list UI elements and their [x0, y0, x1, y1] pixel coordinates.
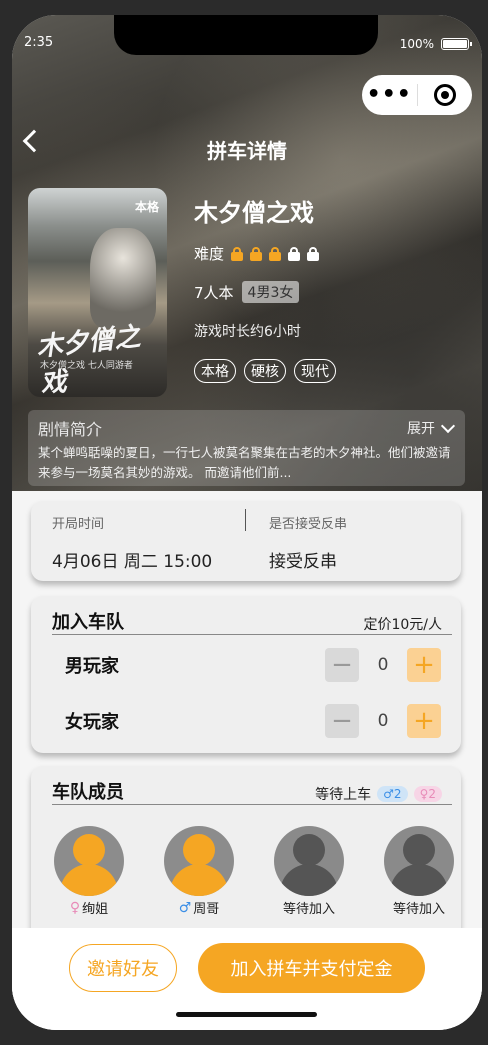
synopsis-panel: 剧情简介 展开 某个蝉鸣聒噪的夏日，一行七人被莫名聚集在古老的木夕神社。他们被邀… — [28, 410, 465, 486]
member-item[interactable]: ♂ 周哥 — [159, 826, 239, 917]
avatar — [274, 826, 344, 896]
reverse-value: 接受反串 — [269, 552, 337, 572]
page-title: 拼车详情 — [207, 139, 287, 163]
female-player-row: 女玩家 − 0 + — [65, 704, 441, 738]
battery-icon — [441, 38, 472, 50]
join-and-pay-button[interactable]: 加入拼车并支付定金 — [198, 943, 425, 993]
waiting-label: 等待上车 — [315, 787, 372, 803]
player-count: 7人本 — [194, 283, 234, 302]
game-poster: 本格 木夕僧之戏 木夕僧之戏 七人同游者 — [28, 188, 167, 397]
plus-button[interactable]: + — [407, 704, 441, 738]
female-player-label: 女玩家 — [65, 712, 119, 733]
member-item[interactable]: 等待加入 — [269, 826, 349, 917]
join-team-card: 加入车队 定价10元/人 男玩家 − 0 + 女玩家 − 0 + — [31, 596, 461, 753]
member-name: 绚姐 — [82, 902, 109, 917]
notch — [114, 15, 378, 55]
poster-title: 木夕僧之戏 — [35, 322, 142, 397]
waiting-info: 等待上车 ♂2 ♀2 — [315, 784, 442, 804]
mini-program-capsule: ••• — [362, 75, 472, 115]
join-team-title: 加入车队 — [52, 612, 124, 633]
waiting-male-badge: ♂2 — [377, 786, 408, 802]
lock-icon — [250, 246, 263, 261]
tag: 硬核 — [244, 359, 286, 383]
player-info: 7人本 4男3女 — [194, 281, 300, 303]
lock-icon — [231, 246, 244, 261]
more-icon[interactable]: ••• — [362, 75, 417, 115]
game-title: 木夕僧之戏 — [194, 199, 314, 227]
minus-button[interactable]: − — [325, 648, 359, 682]
waiting-female-badge: ♀2 — [413, 786, 442, 802]
difficulty: 难度 — [194, 243, 320, 264]
phone-screen: 2:35 100% ••• 拼车详情 本格 木夕僧之戏 木夕僧之戏 七人同游者 … — [12, 15, 482, 1030]
male-player-label: 男玩家 — [65, 656, 119, 677]
lock-icon — [288, 246, 301, 261]
avatar — [384, 826, 454, 896]
member-item[interactable]: 等待加入 — [379, 826, 459, 917]
male-player-row: 男玩家 − 0 + — [65, 648, 441, 682]
start-time-label: 开局时间 — [52, 517, 105, 532]
quantity-value: 0 — [377, 655, 389, 675]
member-list: ♀ 绚姐 ♂ 周哥 等待加入 等待加入 — [49, 826, 459, 917]
game-tags: 本格 硬核 现代 — [194, 359, 336, 383]
start-time-value: 4月06日 周二 15:00 — [52, 552, 213, 572]
gender-split: 4男3女 — [241, 281, 300, 303]
female-icon: ♀ — [69, 899, 81, 916]
schedule-card: 开局时间 是否接受反串 4月06日 周二 15:00 接受反串 — [31, 501, 461, 581]
member-item[interactable]: ♀ 绚姐 — [49, 826, 129, 917]
lock-icon — [307, 246, 320, 261]
member-name: 等待加入 — [392, 902, 445, 917]
battery-percent: 100% — [399, 37, 434, 51]
plus-button[interactable]: + — [407, 648, 441, 682]
avatar — [164, 826, 234, 896]
tag: 现代 — [294, 359, 336, 383]
team-members-card: 车队成员 等待上车 ♂2 ♀2 ♀ 绚姐 ♂ 周哥 等待加入 等待加入 — [31, 766, 461, 941]
home-indicator — [176, 1012, 317, 1017]
poster-tag: 本格 — [134, 200, 159, 214]
quantity-value: 0 — [377, 711, 389, 731]
minus-button[interactable]: − — [325, 704, 359, 738]
chevron-down-icon — [440, 418, 456, 433]
avatar — [54, 826, 124, 896]
close-target-icon[interactable] — [418, 84, 473, 106]
member-name: 周哥 — [193, 902, 220, 917]
team-members-title: 车队成员 — [52, 782, 124, 803]
member-name: 等待加入 — [282, 902, 335, 917]
game-duration: 游戏时长约6小时 — [194, 324, 301, 340]
status-time: 2:35 — [24, 35, 54, 50]
bottom-action-bar: 邀请好友 加入拼车并支付定金 — [12, 928, 482, 1030]
reverse-label: 是否接受反串 — [269, 517, 348, 532]
tag: 本格 — [194, 359, 236, 383]
synopsis-text: 某个蝉鸣聒噪的夏日，一行七人被莫名聚集在古老的木夕神社。他们被邀请来参与一场莫名… — [38, 445, 451, 480]
synopsis-title: 剧情简介 — [38, 420, 103, 439]
poster-subtitle: 木夕僧之戏 七人同游者 — [40, 361, 133, 371]
price-label: 定价10元/人 — [363, 617, 442, 633]
synopsis-expand-button[interactable]: 展开 — [407, 418, 456, 438]
lock-icon — [269, 246, 282, 261]
male-icon: ♂ — [178, 899, 192, 916]
invite-friends-button[interactable]: 邀请好友 — [69, 944, 177, 992]
difficulty-label: 难度 — [194, 245, 225, 263]
